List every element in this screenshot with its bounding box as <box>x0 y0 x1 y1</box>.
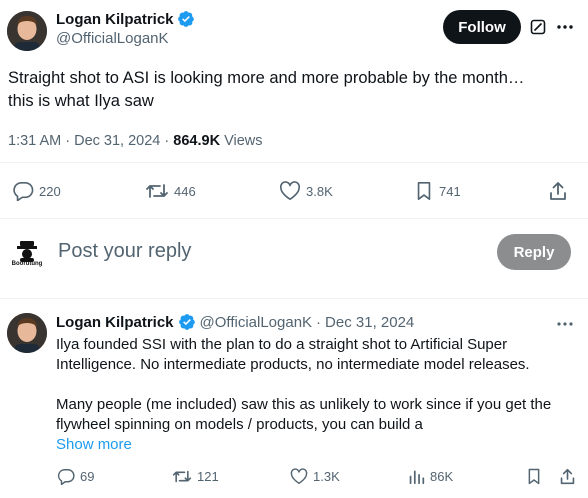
reply-button[interactable]: Reply <box>497 234 571 270</box>
grok-icon[interactable] <box>529 18 547 36</box>
reply-count: 69 <box>80 469 95 484</box>
reply-count: 220 <box>39 183 61 199</box>
reply-icon <box>13 182 34 201</box>
author-info: Logan Kilpatrick @OfficialLoganK <box>56 10 195 47</box>
like-icon <box>290 468 308 484</box>
retweet-count: 121 <box>197 469 219 484</box>
reply-input[interactable]: Post your reply <box>58 240 191 263</box>
like-action[interactable]: 1.3K <box>290 468 340 485</box>
reply-text-line: Many people (me included) saw this as un… <box>56 396 552 413</box>
verified-badge-icon <box>177 10 195 28</box>
separator: · <box>65 133 71 149</box>
like-count: 1.3K <box>313 469 340 484</box>
share-icon <box>560 468 575 485</box>
views-action[interactable]: 86K <box>408 468 453 485</box>
more-icon[interactable] <box>555 18 575 36</box>
divider <box>0 162 588 163</box>
share-action[interactable] <box>559 468 576 485</box>
retweet-icon <box>146 184 168 198</box>
views-count: 86K <box>430 469 454 484</box>
reply-action[interactable]: 220 <box>12 181 61 201</box>
like-icon <box>279 181 301 200</box>
share-action[interactable] <box>548 181 568 201</box>
bookmark-icon <box>528 468 540 485</box>
tweet-text-line: this is what Ilya saw <box>8 92 154 110</box>
views-icon <box>409 470 425 485</box>
bookmark-icon <box>417 182 431 200</box>
reply-text-line: Intelligence. No intermediate products, … <box>56 356 530 373</box>
reply-date[interactable]: Dec 31, 2024 <box>325 314 414 331</box>
separator: · <box>316 313 322 331</box>
reply-text-line: Ilya founded SSI with the plan to do a s… <box>56 336 508 353</box>
reply-icon <box>57 469 75 485</box>
tweet-text: Straight shot to ASI is looking more and… <box>8 67 578 113</box>
retweet-action[interactable]: 121 <box>172 468 219 485</box>
reply-author-row: Logan Kilpatrick @OfficialLoganK · Dec 3… <box>56 313 414 331</box>
retweet-icon <box>172 470 192 483</box>
author-avatar[interactable] <box>7 11 47 51</box>
logo-text: Boorutung <box>11 261 43 267</box>
reply-action[interactable]: 69 <box>57 468 94 485</box>
verified-badge-icon <box>178 313 196 331</box>
divider <box>0 298 588 299</box>
retweet-count: 446 <box>174 183 196 199</box>
separator: · <box>164 133 170 149</box>
views-label: Views <box>224 133 263 149</box>
reply-author-avatar[interactable] <box>7 313 47 353</box>
follow-button[interactable]: Follow <box>443 10 521 44</box>
bookmark-action[interactable]: 741 <box>414 181 461 201</box>
more-icon[interactable] <box>555 318 575 330</box>
reply-text: Ilya founded SSI with the plan to do a s… <box>56 335 576 435</box>
tweet-text-line: Straight shot to ASI is looking more and… <box>8 69 525 87</box>
author-handle[interactable]: @OfficialLoganK <box>56 30 195 47</box>
reply-text-line: flywheel spinning on models / products, … <box>56 416 423 433</box>
reply-author-name[interactable]: Logan Kilpatrick <box>56 314 174 331</box>
like-count: 3.8K <box>306 183 333 199</box>
share-icon <box>550 182 566 200</box>
reply-author-handle[interactable]: @OfficialLoganK <box>200 314 313 331</box>
show-more-link[interactable]: Show more <box>56 436 132 453</box>
like-action[interactable]: 3.8K <box>279 181 333 201</box>
tweet-meta: 1:31 AM · Dec 31, 2024 · 864.9K Views <box>8 133 263 149</box>
views-count[interactable]: 864.9K <box>173 133 220 149</box>
tweet-time[interactable]: 1:31 AM <box>8 133 61 149</box>
retweet-action[interactable]: 446 <box>145 181 196 201</box>
bookmark-action[interactable] <box>526 468 542 485</box>
author-name[interactable]: Logan Kilpatrick <box>56 11 174 28</box>
divider <box>0 218 588 219</box>
composer-avatar: Boorutung <box>9 239 45 269</box>
tweet-date[interactable]: Dec 31, 2024 <box>74 133 160 149</box>
bookmark-count: 741 <box>439 183 461 199</box>
